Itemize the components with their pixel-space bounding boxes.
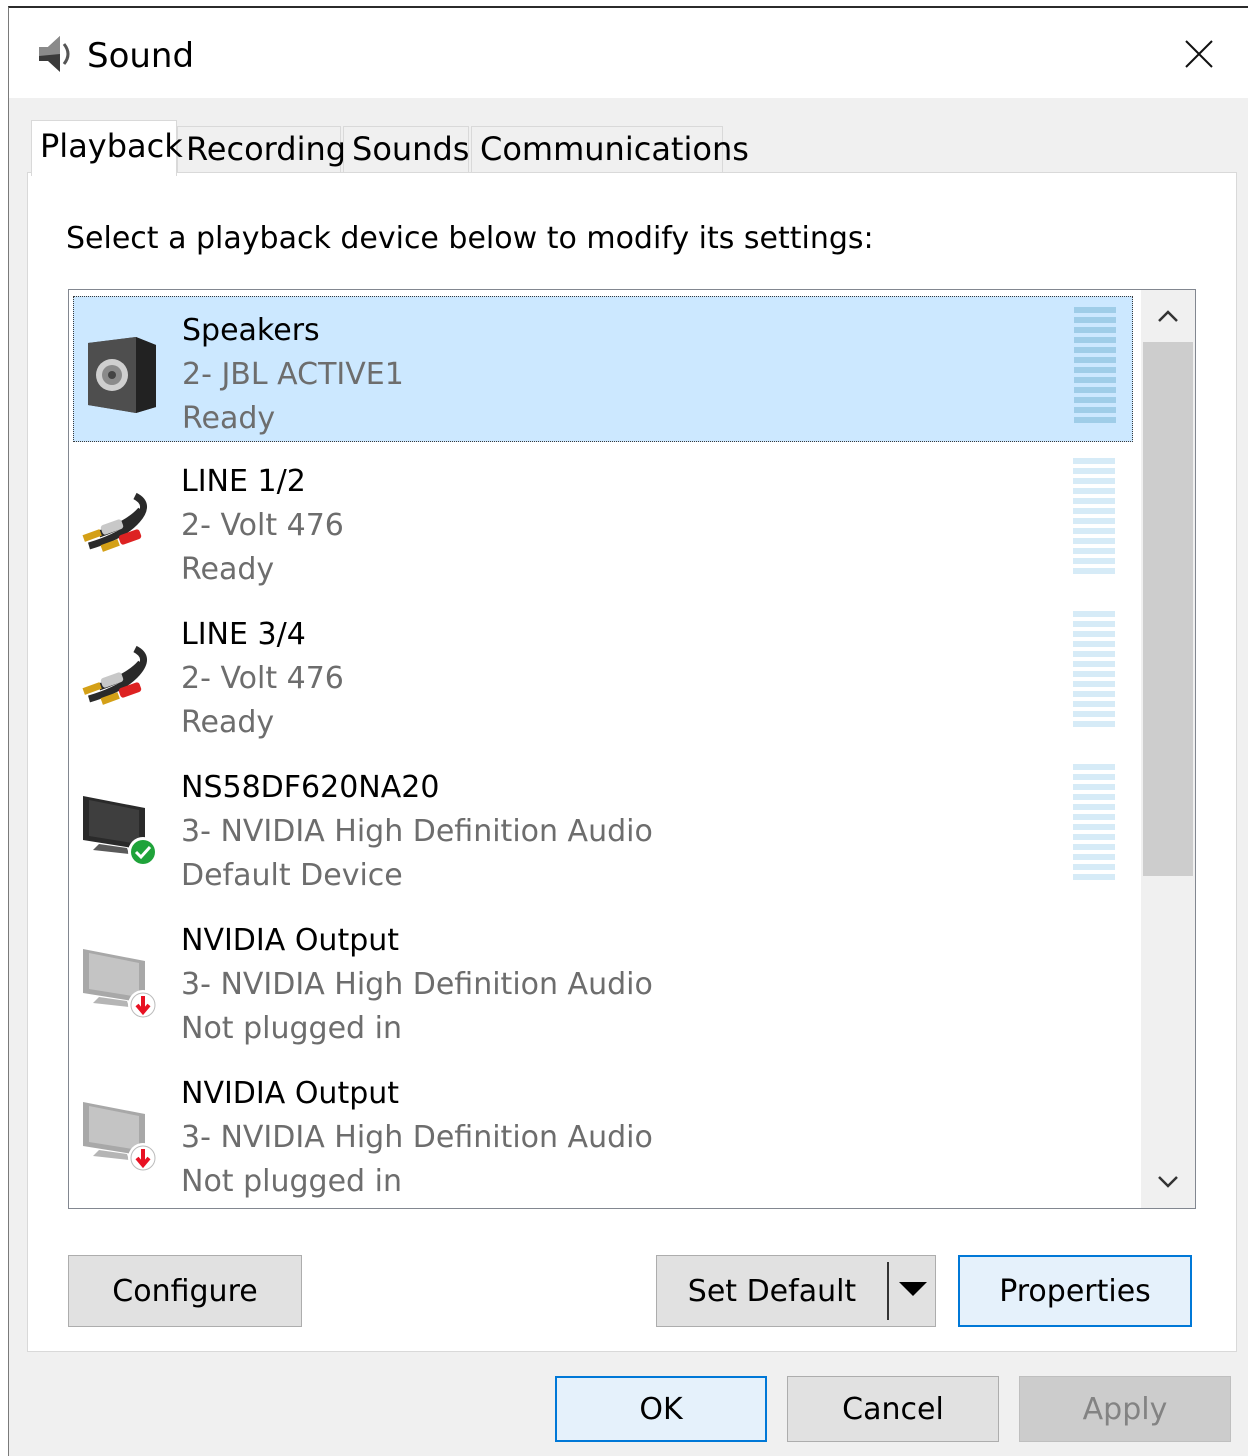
tab-playback[interactable]: Playback: [31, 120, 183, 176]
device-item-speakers[interactable]: Speakers 2- JBL ACTIVE1 Ready: [73, 296, 1133, 442]
volume-meter: [1073, 611, 1115, 727]
close-icon: [1185, 40, 1213, 68]
device-name: NS58DF620NA20: [181, 770, 440, 805]
device-item-nvidia-output-1[interactable]: NVIDIA Output 3- NVIDIA High Definition …: [73, 907, 1133, 1053]
device-status: Ready: [182, 401, 276, 436]
device-list[interactable]: Speakers 2- JBL ACTIVE1 Ready LINE 1/2 2…: [68, 289, 1196, 1209]
title-bar: Sound: [9, 8, 1248, 98]
tab-strip: Playback Recording Sounds Communications: [9, 98, 1248, 182]
device-name: LINE 3/4: [181, 617, 306, 652]
volume-meter: [1073, 764, 1115, 880]
configure-button[interactable]: Configure: [68, 1255, 302, 1327]
properties-button[interactable]: Properties: [958, 1255, 1192, 1327]
ok-button[interactable]: OK: [555, 1376, 767, 1442]
monitor-unplugged-icon: [83, 949, 158, 1020]
tab-recording[interactable]: Recording: [177, 126, 346, 172]
device-name: Speakers: [182, 313, 320, 348]
cancel-button[interactable]: Cancel: [787, 1376, 999, 1442]
device-item-ns58df620na20[interactable]: NS58DF620NA20 3- NVIDIA High Definition …: [73, 754, 1133, 900]
device-status: Not plugged in: [181, 1164, 402, 1199]
scroll-down-button[interactable]: [1141, 1156, 1195, 1208]
chevron-up-icon: [1158, 310, 1178, 322]
device-status: Ready: [181, 705, 275, 740]
device-item-line-1-2[interactable]: LINE 1/2 2- Volt 476 Ready: [73, 448, 1133, 594]
device-description: 2- Volt 476: [181, 661, 344, 696]
split-divider: [887, 1262, 889, 1320]
instruction-text: Select a playback device below to modify…: [66, 221, 874, 256]
close-button[interactable]: [1169, 28, 1229, 80]
tab-sounds[interactable]: Sounds: [343, 126, 469, 172]
device-name: NVIDIA Output: [181, 1076, 400, 1111]
device-name: LINE 1/2: [181, 464, 306, 499]
device-status: Ready: [181, 552, 275, 587]
device-description: 3- NVIDIA High Definition Audio: [181, 967, 653, 1002]
speaker-box-icon: [88, 337, 156, 413]
device-description: 3- NVIDIA High Definition Audio: [181, 1120, 653, 1155]
chevron-down-icon: [1158, 1176, 1178, 1188]
volume-meter: [1074, 307, 1116, 423]
device-status: Not plugged in: [181, 1011, 402, 1046]
device-name: NVIDIA Output: [181, 923, 400, 958]
monitor-unplugged-icon: [83, 1102, 158, 1173]
apply-button[interactable]: Apply: [1019, 1376, 1231, 1442]
device-description: 2- Volt 476: [181, 508, 344, 543]
rca-cable-icon: [82, 645, 147, 705]
dropdown-arrow-icon[interactable]: [899, 1282, 927, 1296]
device-description: 3- NVIDIA High Definition Audio: [181, 814, 653, 849]
device-status: Default Device: [181, 858, 403, 893]
device-description: 2- JBL ACTIVE1: [182, 357, 404, 392]
set-default-label: Set Default: [687, 1273, 857, 1309]
scroll-up-button[interactable]: [1141, 290, 1195, 342]
rca-cable-icon: [82, 492, 147, 552]
sound-dialog: Sound Playback Recording Sounds Communic…: [8, 6, 1248, 1456]
device-item-nvidia-output-2[interactable]: NVIDIA Output 3- NVIDIA High Definition …: [73, 1060, 1133, 1206]
scroll-thumb[interactable]: [1143, 342, 1193, 876]
playback-panel: Select a playback device below to modify…: [27, 172, 1237, 1352]
tab-communications[interactable]: Communications: [471, 126, 749, 172]
monitor-default-icon: [83, 796, 158, 867]
speaker-icon: [39, 36, 70, 72]
volume-meter: [1073, 458, 1115, 574]
set-default-button[interactable]: Set Default: [656, 1255, 936, 1327]
device-item-line-3-4[interactable]: LINE 3/4 2- Volt 476 Ready: [73, 601, 1133, 747]
window-title: Sound: [87, 36, 195, 76]
vertical-scrollbar[interactable]: [1141, 290, 1195, 1208]
